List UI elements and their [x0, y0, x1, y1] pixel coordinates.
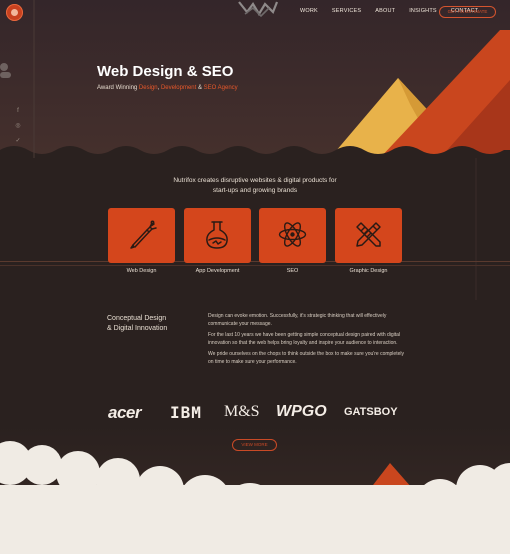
- get-estimate-button[interactable]: GET AN ESTIMATE: [439, 6, 496, 18]
- nav-item-services[interactable]: SERVICES: [332, 8, 361, 18]
- profile-silhouette-icon: [0, 63, 11, 78]
- service-label-web-design[interactable]: Web Design: [108, 268, 175, 274]
- about-paragraph-1: Design can evoke emotion. Successfully, …: [208, 313, 387, 327]
- client-logo-ibm: IBM: [170, 403, 202, 422]
- pencil-tool-icon: [130, 220, 157, 249]
- intro-text: Nutrifox creates disruptive websites & d…: [150, 176, 360, 196]
- pencil-ruler-icon: [356, 222, 381, 247]
- about-heading-line-1: Conceptual Design: [107, 315, 167, 322]
- nav-item-work[interactable]: WORK: [300, 8, 318, 18]
- hero-subtitle-prefix: Award Winning: [97, 85, 139, 91]
- social-links: f ◎ ✓: [14, 108, 22, 152]
- services-divider: [0, 261, 510, 262]
- view-more-button[interactable]: VIEW MORE: [232, 439, 277, 451]
- services-divider-2: [0, 265, 510, 266]
- service-card-seo[interactable]: [259, 208, 326, 263]
- about-heading-line-2: & Digital Innovation: [107, 325, 168, 332]
- service-label-graphic-design[interactable]: Graphic Design: [335, 268, 402, 274]
- page: WORK SERVICES ABOUT INSIGHTS CONTACT GET…: [0, 0, 510, 554]
- hero-subtitle-sep2: &: [196, 85, 204, 91]
- service-label-seo[interactable]: SEO: [259, 268, 326, 274]
- hero-subtitle-seo[interactable]: SEO Agency: [204, 85, 238, 91]
- nav-item-insights[interactable]: INSIGHTS: [409, 8, 437, 18]
- client-logo-acer: acer: [108, 403, 141, 422]
- hero-title: Web Design & SEO: [97, 63, 234, 80]
- nav-item-about[interactable]: ABOUT: [375, 8, 395, 18]
- service-label-app-development[interactable]: App Development: [184, 268, 251, 274]
- client-logo-gatsboy: GATSBOY: [344, 406, 398, 418]
- service-card-app-development[interactable]: [184, 208, 251, 263]
- top-navigation-bar: WORK SERVICES ABOUT INSIGHTS CONTACT GET…: [0, 0, 510, 26]
- fox-mascot-icon: [238, 1, 279, 18]
- hero-subtitle-development[interactable]: Development: [161, 85, 196, 91]
- flask-icon: [206, 221, 228, 249]
- intro-line-1: Nutrifox creates disruptive websites & d…: [173, 177, 337, 184]
- client-logo-ms: M&S: [224, 403, 260, 420]
- about-heading: Conceptual Design & Digital Innovation: [107, 314, 192, 334]
- atom-icon: [278, 222, 307, 247]
- client-logos: acer IBM M&S WPGO GATSBOY: [106, 403, 406, 425]
- about-paragraph-3: We pride ourselves on the chops to think…: [208, 351, 404, 365]
- nutrifox-logo[interactable]: [6, 4, 23, 21]
- hero-subtitle: Award Winning Design, Development & SEO …: [97, 85, 238, 91]
- client-logo-wpgo: WPGO: [276, 403, 327, 420]
- hero-section: WORK SERVICES ABOUT INSIGHTS CONTACT GET…: [0, 0, 510, 158]
- service-card-web-design[interactable]: [108, 208, 175, 263]
- hero-subtitle-design[interactable]: Design: [139, 85, 158, 91]
- about-text: Design can evoke emotion. Successfully, …: [208, 313, 408, 370]
- about-paragraph-2: For the last 10 years we have been getti…: [208, 332, 401, 346]
- twitter-icon[interactable]: ✓: [14, 137, 22, 144]
- facebook-icon[interactable]: f: [14, 108, 22, 114]
- service-card-graphic-design[interactable]: [335, 208, 402, 263]
- intro-line-2: start-ups and growing brands: [212, 187, 298, 194]
- dribbble-icon[interactable]: ◎: [14, 122, 22, 129]
